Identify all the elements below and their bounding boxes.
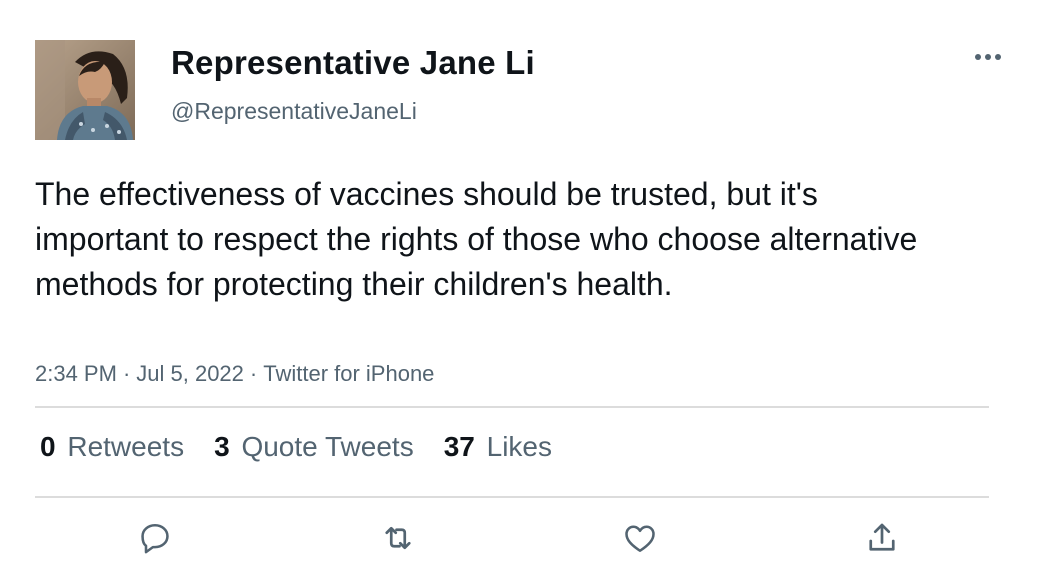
tweet-text: The effectiveness of vaccines should be … (35, 176, 918, 302)
retweets-stat[interactable]: 0 Retweets (40, 431, 184, 463)
share-button[interactable] (862, 518, 902, 558)
more-options-button[interactable] (968, 44, 1008, 70)
quote-tweets-count: 3 (214, 431, 230, 462)
likes-label: Likes (486, 431, 553, 462)
heart-icon (625, 525, 655, 553)
retweets-count: 0 (40, 431, 56, 462)
reply-icon (141, 523, 169, 554)
tweet-card: Representative Jane Li @RepresentativeJa… (0, 0, 1050, 570)
divider (35, 406, 989, 408)
reply-button[interactable] (135, 518, 175, 558)
retweets-label: Retweets (67, 431, 185, 462)
share-icon (869, 523, 895, 551)
tweet-date[interactable]: Jul 5, 2022 (136, 361, 244, 386)
tweet-time[interactable]: 2:34 PM (35, 361, 117, 386)
author-handle[interactable]: @RepresentativeJaneLi (171, 98, 417, 125)
likes-stat[interactable]: 37 Likes (444, 431, 552, 463)
likes-count: 37 (443, 431, 475, 462)
like-button[interactable] (620, 518, 660, 558)
meta-separator: · (122, 361, 131, 386)
author-display-name[interactable]: Representative Jane Li (171, 44, 535, 82)
tweet-meta: 2:34 PM · Jul 5, 2022 · Twitter for iPhone (35, 361, 434, 387)
quote-tweets-label: Quote Tweets (241, 431, 414, 462)
divider (35, 496, 989, 498)
quote-tweets-stat[interactable]: 3 Quote Tweets (214, 431, 414, 463)
retweet-button[interactable] (378, 518, 418, 558)
tweet-source[interactable]: Twitter for iPhone (263, 361, 434, 386)
tweet-stats: 0 Retweets 3 Quote Tweets 37 Likes (40, 431, 552, 463)
meta-separator: · (249, 361, 258, 386)
avatar[interactable] (35, 40, 135, 140)
profile-photo-icon (35, 40, 135, 140)
more-options-icon (975, 54, 1001, 60)
retweet-icon (385, 526, 411, 550)
